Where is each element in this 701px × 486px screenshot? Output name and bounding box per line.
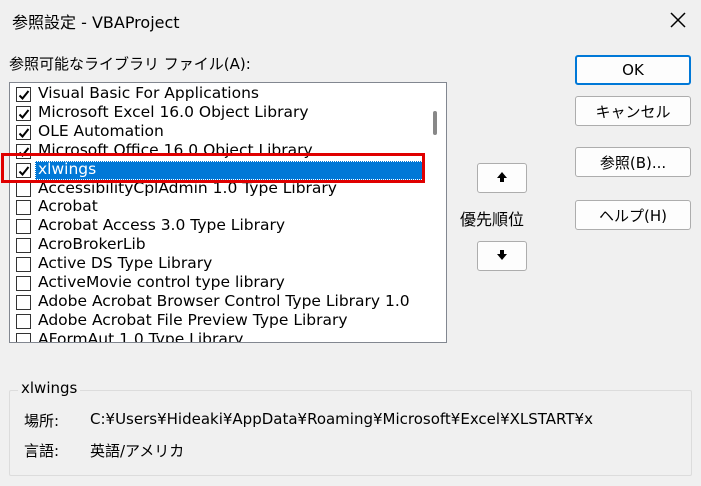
list-item[interactable]: Microsoft Excel 16.0 Object Library: [10, 102, 424, 123]
list-item-label: Active DS Type Library: [38, 254, 213, 273]
list-item[interactable]: Active DS Type Library: [10, 254, 424, 274]
arrow-up-icon: [495, 169, 509, 188]
list-item-label: AcroBrokerLib: [38, 235, 146, 254]
reference-checkbox[interactable]: [16, 238, 31, 254]
library-list-rows: Visual Basic For Applications Microsoft E…: [10, 83, 424, 342]
library-listbox[interactable]: Visual Basic For Applications Microsoft E…: [9, 82, 447, 343]
priority-label: 優先順位: [460, 210, 525, 229]
list-item-label: OLE Automation: [38, 121, 164, 140]
list-item-label: Adobe Acrobat File Preview Type Library: [38, 310, 348, 329]
reference-checkbox[interactable]: [16, 105, 31, 121]
list-item-label: AFormAut 1.0 Type Library: [38, 329, 244, 342]
location-value: C:¥Users¥Hideaki¥AppData¥Roaming¥Microso…: [90, 410, 593, 428]
list-item[interactable]: Acrobat: [10, 197, 424, 217]
list-item-label: ActiveMovie control type library: [38, 273, 285, 291]
reference-checkbox[interactable]: [16, 332, 31, 342]
language-value: 英語/アメリカ: [90, 442, 185, 460]
priority-down-button[interactable]: [477, 241, 527, 271]
vertical-scrollbar[interactable]: [424, 83, 446, 342]
arrow-down-icon: [495, 247, 509, 266]
list-item[interactable]: AcroBrokerLib: [10, 235, 424, 255]
close-icon[interactable]: [661, 6, 695, 34]
details-title: xlwings: [18, 379, 81, 397]
reference-checkbox[interactable]: [16, 294, 31, 310]
reference-checkbox[interactable]: [16, 87, 31, 102]
reference-checkbox[interactable]: [16, 313, 31, 329]
list-item-label: Microsoft Excel 16.0 Object Library: [38, 102, 309, 121]
browse-button[interactable]: 参照(B)...: [575, 147, 691, 177]
list-item-label: Acrobat Access 3.0 Type Library: [38, 216, 286, 235]
list-item-label: Visual Basic For Applications: [38, 84, 259, 102]
location-label: 場所:: [24, 412, 60, 430]
title-bar: 参照設定 - VBAProject: [0, 0, 701, 40]
reference-checkbox[interactable]: [16, 124, 31, 140]
list-item[interactable]: Adobe Acrobat File Preview Type Library: [10, 310, 424, 331]
help-button[interactable]: ヘルプ(H): [575, 200, 691, 230]
reference-checkbox[interactable]: [16, 181, 31, 197]
ok-button[interactable]: OK: [575, 55, 691, 85]
list-item[interactable]: Visual Basic For Applications: [10, 84, 424, 104]
list-item[interactable]: ActiveMovie control type library: [10, 273, 424, 293]
priority-up-button[interactable]: [477, 163, 527, 193]
scrollbar-thumb[interactable]: [433, 111, 437, 135]
list-item[interactable]: Adobe Acrobat Browser Control Type Libra…: [10, 291, 424, 312]
list-item[interactable]: AFormAut 1.0 Type Library: [10, 329, 424, 342]
list-item[interactable]: OLE Automation: [10, 121, 424, 142]
details-groupbox: [9, 390, 692, 476]
cancel-button[interactable]: キャンセル: [575, 96, 691, 126]
list-item-label: Adobe Acrobat Browser Control Type Libra…: [38, 291, 410, 310]
reference-checkbox[interactable]: [16, 219, 31, 235]
highlight-annotation-box: [1, 153, 425, 183]
list-item[interactable]: Acrobat Access 3.0 Type Library: [10, 216, 424, 236]
list-item-label: Acrobat: [38, 197, 98, 216]
library-list-caption: 参照可能なライブラリ ファイル(A):: [9, 55, 251, 73]
language-label: 言語:: [24, 442, 60, 460]
window-title: 参照設定 - VBAProject: [12, 13, 180, 32]
reference-checkbox[interactable]: [16, 200, 31, 216]
reference-checkbox[interactable]: [16, 257, 31, 273]
reference-checkbox[interactable]: [16, 276, 31, 291]
